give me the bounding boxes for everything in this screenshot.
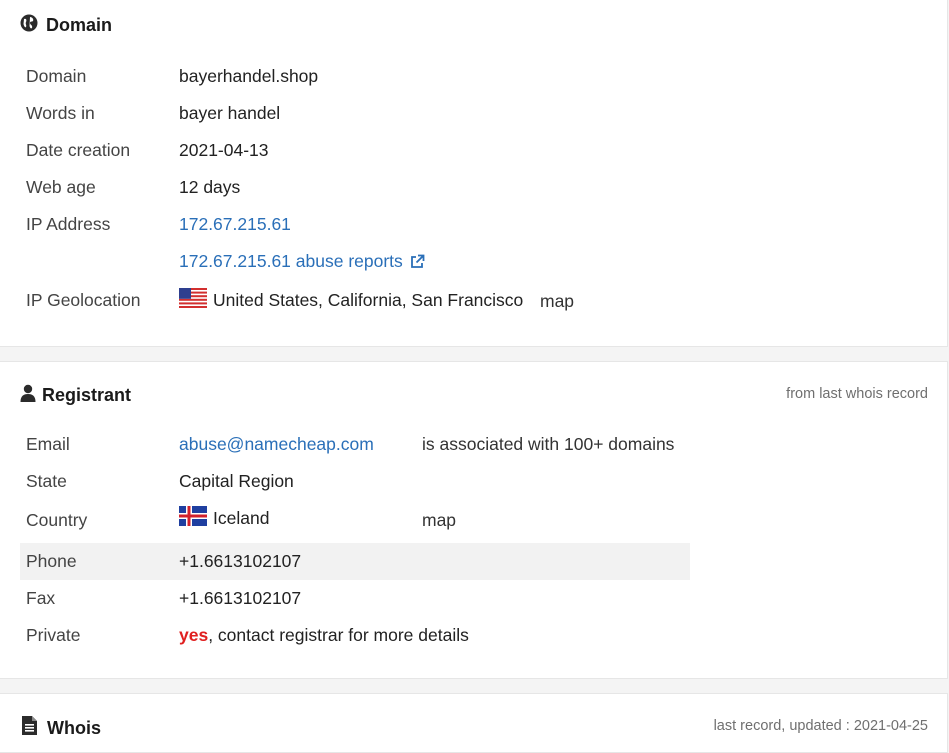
ip-geolocation-label: IP Geolocation: [26, 290, 141, 310]
iceland-flag-icon: [179, 506, 207, 531]
date-creation-value: 2021-04-13: [179, 140, 269, 160]
web-age-label: Web age: [26, 177, 96, 197]
phone-value: +1.6613102107: [179, 551, 302, 571]
globe-icon: [20, 14, 38, 37]
ip-geolocation-map-link[interactable]: map: [540, 291, 574, 312]
phone-row: Phone +1.6613102107: [20, 543, 690, 580]
registrant-note: from last whois record: [786, 386, 928, 402]
domain-value: bayerhandel.shop: [179, 66, 319, 86]
domain-label: Domain: [26, 66, 87, 86]
country-value: Iceland: [179, 506, 269, 531]
ip-geolocation-value: United States, California, San Francisco: [179, 288, 523, 313]
state-label: State: [26, 471, 67, 491]
registrant-panel-title: Registrant: [20, 384, 131, 407]
domain-panel: Domain Domain bayerhandel.shop Words in …: [0, 0, 948, 347]
words-in-label: Words in: [26, 103, 95, 123]
email-label: Email: [26, 434, 70, 454]
private-value: yes, contact registrar for more details: [179, 625, 469, 646]
email-associated-text: is associated with 100+ domains: [422, 434, 675, 454]
ip-address-link[interactable]: 172.67.215.61: [179, 214, 291, 235]
country-text: Iceland: [213, 508, 270, 528]
country-map-link[interactable]: map: [422, 510, 456, 531]
ip-address-label: IP Address: [26, 214, 111, 234]
fax-value: +1.6613102107: [179, 588, 302, 608]
domain-panel-title-text: Domain: [46, 15, 113, 35]
registrant-panel-title-text: Registrant: [42, 385, 132, 405]
private-yes: yes: [179, 625, 209, 645]
abuse-reports-link[interactable]: 172.67.215.61 abuse reports: [179, 251, 425, 272]
abuse-reports-text: 172.67.215.61 abuse reports: [179, 251, 403, 271]
whois-note: last record, updated : 2021-04-25: [713, 718, 928, 734]
country-label: Country: [26, 510, 88, 530]
private-label: Private: [26, 625, 81, 645]
document-icon: [22, 716, 37, 740]
phone-label: Phone: [26, 551, 77, 571]
us-flag-icon: [179, 288, 207, 313]
domain-panel-title: Domain: [20, 14, 112, 37]
email-link[interactable]: abuse@namecheap.com: [179, 434, 374, 455]
whois-panel-title-text: Whois: [47, 717, 101, 738]
words-in-value: bayer handel: [179, 103, 281, 123]
web-age-value: 12 days: [179, 177, 241, 197]
user-icon: [20, 384, 36, 407]
private-rest: , contact registrar for more details: [208, 625, 469, 645]
registrant-panel: Registrant from last whois record Email …: [0, 361, 948, 679]
fax-label: Fax: [26, 588, 56, 608]
external-link-icon: [409, 254, 425, 270]
whois-panel-title: Whois: [22, 716, 101, 740]
ip-geolocation-text: United States, California, San Francisco: [213, 290, 524, 310]
state-value: Capital Region: [179, 471, 294, 491]
whois-panel: Whois last record, updated : 2021-04-25: [0, 693, 948, 753]
date-creation-label: Date creation: [26, 140, 131, 160]
